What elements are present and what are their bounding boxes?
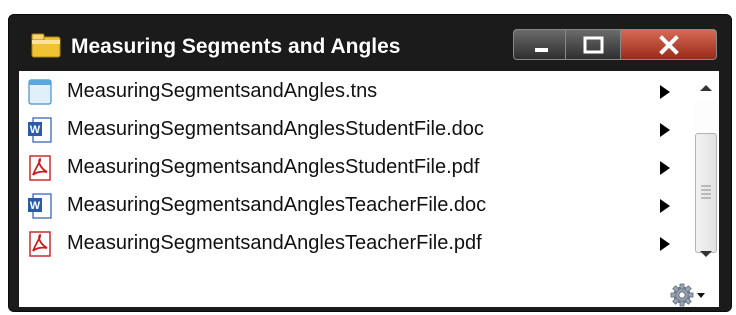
list-item[interactable]: W MeasuringSegmentsandAnglesStudentFile.… <box>19 111 685 149</box>
file-name: MeasuringSegmentsandAnglesStudentFile.do… <box>67 118 484 140</box>
close-button[interactable] <box>621 29 717 60</box>
minimize-icon <box>535 48 548 52</box>
file-list: MeasuringSegmentsandAngles.tns W Measuri… <box>19 71 719 307</box>
file-name: MeasuringSegmentsandAnglesStudentFile.pd… <box>67 156 480 178</box>
file-browser-window: Measuring Segments and Angles MeasuringS… <box>8 14 732 312</box>
pdf-file-icon <box>29 155 51 181</box>
folder-icon <box>31 33 61 58</box>
vertical-scrollbar[interactable] <box>694 75 718 265</box>
pdf-file-icon <box>29 231 51 257</box>
maximize-icon <box>583 36 604 54</box>
expand-arrow-icon[interactable] <box>659 237 671 251</box>
title-bar[interactable]: Measuring Segments and Angles <box>9 15 731 71</box>
expand-arrow-icon[interactable] <box>659 85 671 99</box>
list-item[interactable]: W MeasuringSegmentsandAnglesTeacherFile.… <box>19 187 685 225</box>
word-file-icon: W <box>28 193 52 219</box>
gear-icon[interactable] <box>669 283 709 307</box>
word-file-icon: W <box>28 117 52 143</box>
file-name: MeasuringSegmentsandAnglesTeacherFile.pd… <box>67 232 482 254</box>
close-icon <box>659 35 679 55</box>
expand-arrow-icon[interactable] <box>659 123 671 137</box>
expand-arrow-icon[interactable] <box>659 199 671 213</box>
svg-text:W: W <box>30 124 41 136</box>
file-name: MeasuringSegmentsandAnglesTeacherFile.do… <box>67 194 487 216</box>
scrollbar-track[interactable] <box>694 101 718 253</box>
grip-icon <box>701 185 711 199</box>
list-item[interactable]: MeasuringSegmentsandAnglesTeacherFile.pd… <box>19 225 685 263</box>
minimize-button[interactable] <box>513 29 566 60</box>
scrollbar-thumb[interactable] <box>695 133 717 253</box>
expand-arrow-icon[interactable] <box>659 161 671 175</box>
svg-text:W: W <box>30 200 41 212</box>
list-item[interactable]: MeasuringSegmentsandAnglesStudentFile.pd… <box>19 149 685 187</box>
window-title: Measuring Segments and Angles <box>71 35 401 58</box>
chevron-down-icon <box>697 293 705 298</box>
scroll-down-icon[interactable] <box>694 241 718 267</box>
file-name: MeasuringSegmentsandAngles.tns <box>67 80 378 102</box>
tns-file-icon <box>28 79 52 105</box>
list-item[interactable]: MeasuringSegmentsandAngles.tns <box>19 73 685 111</box>
maximize-button[interactable] <box>566 29 621 60</box>
scroll-up-icon[interactable] <box>694 75 718 101</box>
